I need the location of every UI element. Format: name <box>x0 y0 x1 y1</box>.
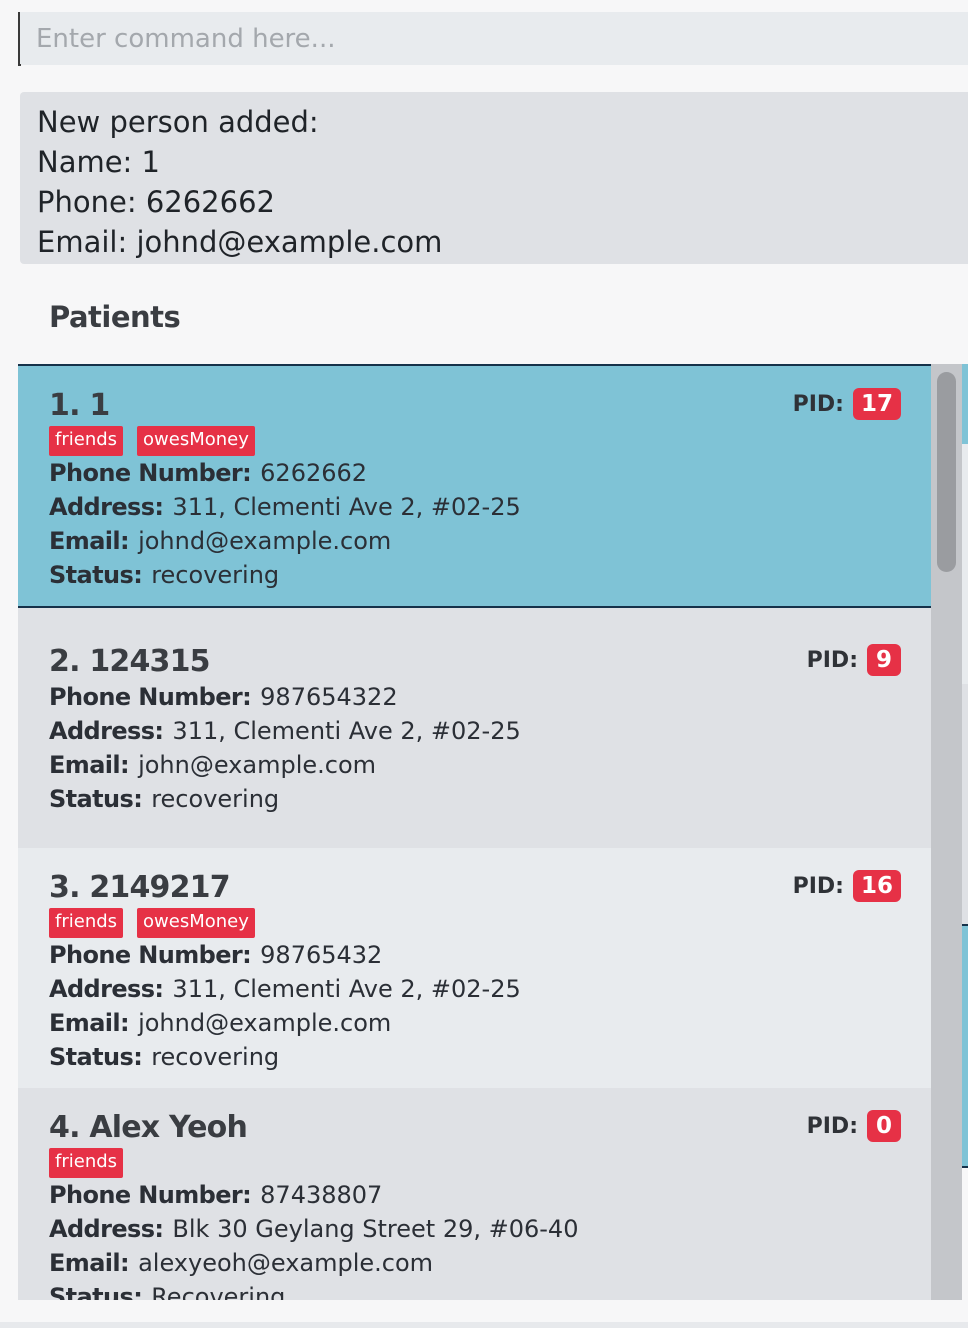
email-field: Email: johnd@example.com <box>49 524 900 558</box>
patient-card[interactable]: 1. 1 PID: 17 friends owesMoney Phone Num… <box>18 364 931 608</box>
phone-label: Phone Number: <box>49 459 252 487</box>
status-field: Status: recovering <box>49 558 900 592</box>
patient-list[interactable]: 1. 1 PID: 17 friends owesMoney Phone Num… <box>18 364 931 1300</box>
tag: friends <box>49 1148 124 1178</box>
edge-sliver <box>962 684 968 924</box>
address-field: Address: 311, Clementi Ave 2, #02-25 <box>49 714 900 748</box>
status-value: recovering <box>151 1043 280 1071</box>
pid-label: PID: <box>806 1113 858 1139</box>
email-label: Email: <box>49 751 130 779</box>
patient-name: 4. Alex Yeoh <box>49 1110 248 1145</box>
status-value: recovering <box>151 561 280 589</box>
status-field: Status: Recovering <box>49 1280 900 1300</box>
pid-group: PID: 0 <box>807 1110 901 1142</box>
command-box[interactable] <box>18 12 968 66</box>
email-label: Email: <box>49 1249 130 1277</box>
tag-list: friends owesMoney <box>49 426 900 456</box>
bottom-status-bar <box>0 1322 968 1328</box>
status-label: Status: <box>49 785 143 813</box>
patient-card[interactable]: 2. 124315 PID: 9 Phone Number: 987654322 … <box>18 608 931 848</box>
phone-value: 87438807 <box>260 1181 383 1209</box>
email-field: Email: johnd@example.com <box>49 1006 900 1040</box>
result-line: Email: johnd@example.com <box>37 225 443 259</box>
address-field: Address: 311, Clementi Ave 2, #02-25 <box>49 490 900 524</box>
result-line: Phone: 6262662 <box>37 185 275 219</box>
address-field: Address: Blk 30 Geylang Street 29, #06-40 <box>49 1212 900 1246</box>
pid-badge: 0 <box>867 1110 901 1142</box>
tag: friends <box>49 908 124 938</box>
pid-label: PID: <box>792 873 844 899</box>
panel-title: Patients <box>49 300 181 334</box>
phone-label: Phone Number: <box>49 683 252 711</box>
patient-card[interactable]: 4. Alex Yeoh PID: 0 friends Phone Number… <box>18 1088 931 1300</box>
result-line: Name: 1 <box>37 145 160 179</box>
pid-badge: 17 <box>852 388 901 420</box>
address-label: Address: <box>49 717 164 745</box>
status-value: recovering <box>151 785 280 813</box>
email-field: Email: john@example.com <box>49 748 900 782</box>
pid-badge: 16 <box>852 870 901 902</box>
email-value: alexyeoh@example.com <box>138 1249 434 1277</box>
tag: friends <box>49 426 124 456</box>
phone-field: Phone Number: 6262662 <box>49 456 900 490</box>
email-label: Email: <box>49 1009 130 1037</box>
email-field: Email: alexyeoh@example.com <box>49 1246 900 1280</box>
phone-field: Phone Number: 87438807 <box>49 1178 900 1212</box>
phone-value: 98765432 <box>260 941 383 969</box>
command-input[interactable] <box>20 12 968 65</box>
pid-label: PID: <box>792 391 844 417</box>
tag-list: friends <box>49 1148 900 1178</box>
phone-field: Phone Number: 987654322 <box>49 680 900 714</box>
address-field: Address: 311, Clementi Ave 2, #02-25 <box>49 972 900 1006</box>
status-value: Recovering <box>151 1283 286 1300</box>
phone-label: Phone Number: <box>49 941 252 969</box>
pid-group: PID: 9 <box>807 644 901 676</box>
tag: owesMoney <box>137 426 255 456</box>
status-label: Status: <box>49 1283 143 1300</box>
status-field: Status: recovering <box>49 782 900 816</box>
status-field: Status: recovering <box>49 1040 900 1074</box>
email-value: johnd@example.com <box>138 527 392 555</box>
phone-label: Phone Number: <box>49 1181 252 1209</box>
status-label: Status: <box>49 1043 143 1071</box>
address-label: Address: <box>49 1215 164 1243</box>
email-label: Email: <box>49 527 130 555</box>
pid-label: PID: <box>806 647 858 673</box>
phone-field: Phone Number: 98765432 <box>49 938 900 972</box>
phone-value: 987654322 <box>260 683 398 711</box>
pid-badge: 9 <box>867 644 901 676</box>
email-value: johnd@example.com <box>138 1009 392 1037</box>
status-label: Status: <box>49 561 143 589</box>
patient-name: 2. 124315 <box>49 644 211 679</box>
address-label: Address: <box>49 493 164 521</box>
edge-sliver <box>962 444 968 684</box>
edge-sliver <box>962 924 968 1168</box>
edge-sliver <box>962 364 968 444</box>
address-value: 311, Clementi Ave 2, #02-25 <box>172 717 521 745</box>
pid-group: PID: 17 <box>793 388 901 420</box>
address-value: 311, Clementi Ave 2, #02-25 <box>172 975 521 1003</box>
scrollbar-thumb[interactable] <box>937 372 956 572</box>
patient-name: 3. 2149217 <box>49 870 231 905</box>
vertical-scrollbar[interactable] <box>931 364 962 1300</box>
result-line: New person added: <box>37 105 319 139</box>
tag: owesMoney <box>137 908 255 938</box>
address-label: Address: <box>49 975 164 1003</box>
result-display: New person added: Name: 1 Phone: 6262662… <box>20 92 968 264</box>
email-value: john@example.com <box>138 751 377 779</box>
address-value: 311, Clementi Ave 2, #02-25 <box>172 493 521 521</box>
tag-list: friends owesMoney <box>49 908 900 938</box>
pid-group: PID: 16 <box>793 870 901 902</box>
address-value: Blk 30 Geylang Street 29, #06-40 <box>172 1215 579 1243</box>
phone-value: 6262662 <box>260 459 368 487</box>
patient-card[interactable]: 3. 2149217 PID: 16 friends owesMoney Pho… <box>18 848 931 1088</box>
patient-name: 1. 1 <box>49 388 110 423</box>
